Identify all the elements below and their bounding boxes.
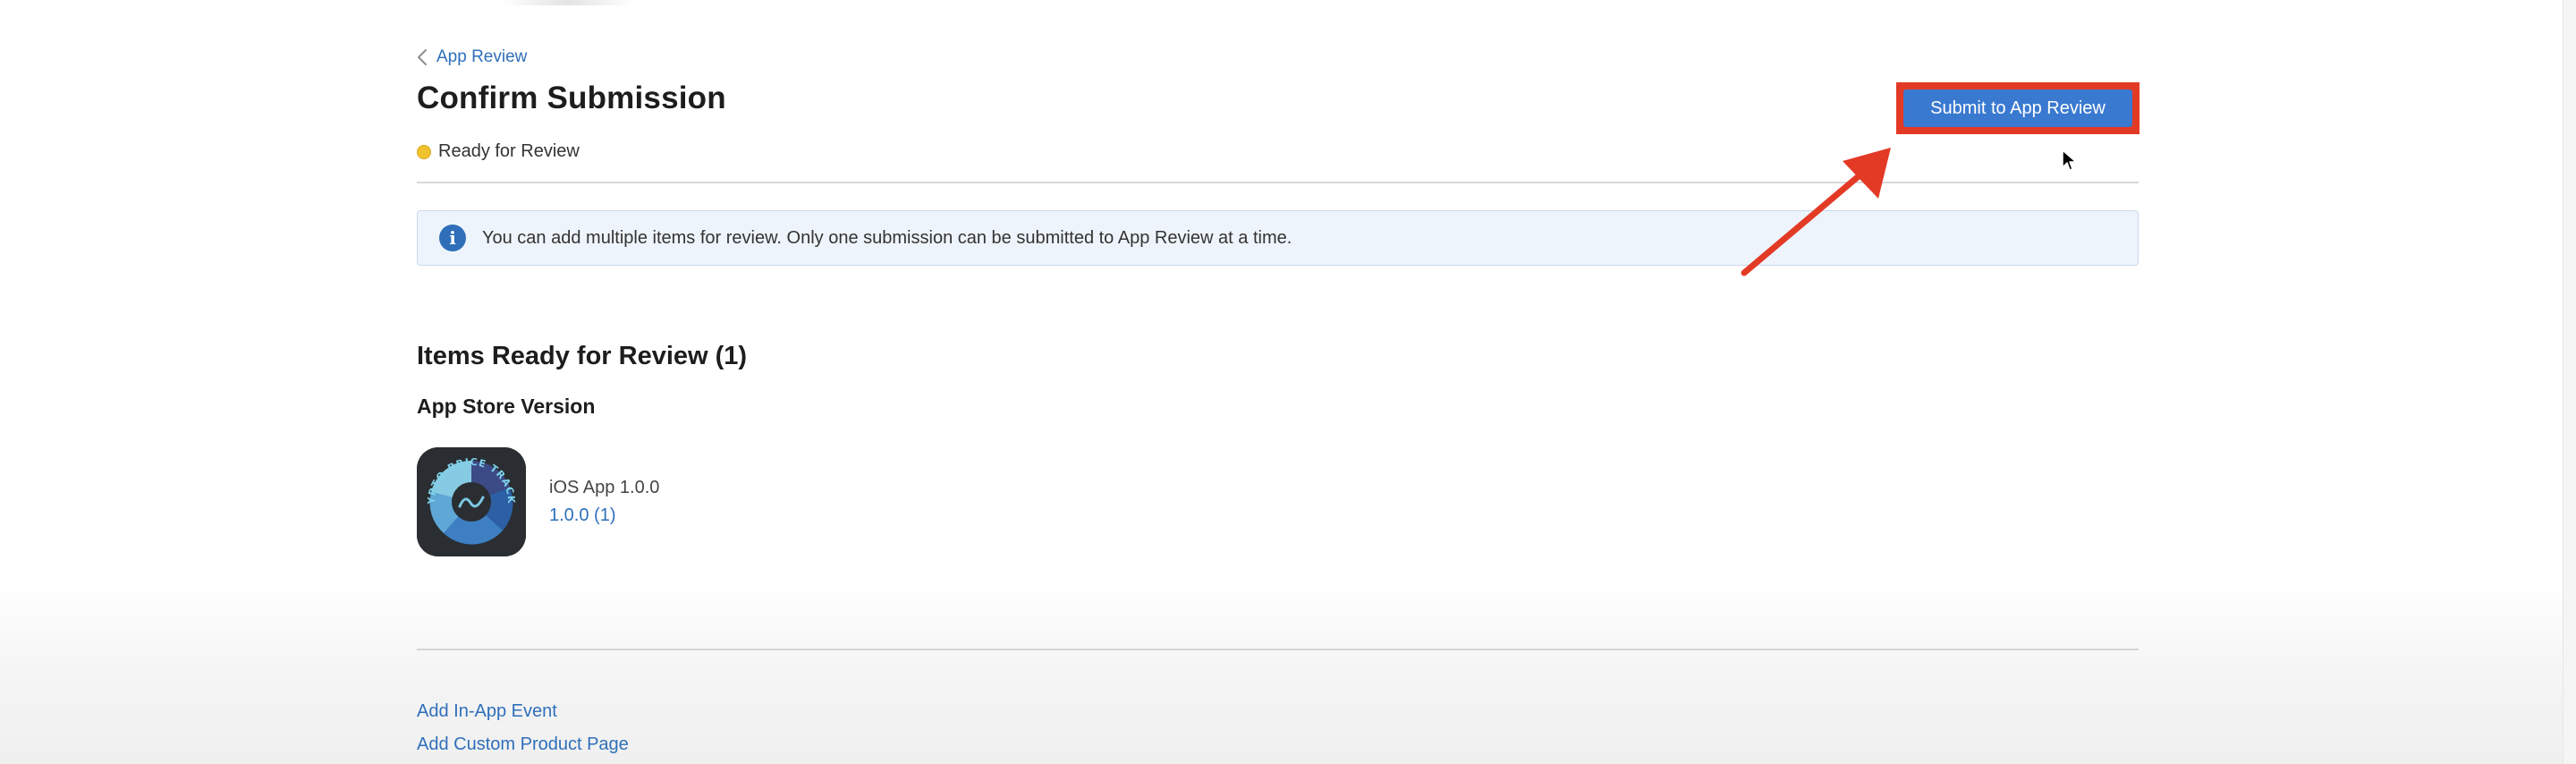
- back-to-app-review-link[interactable]: App Review: [417, 47, 527, 68]
- mouse-pointer-icon: [2062, 149, 2077, 171]
- app-name: iOS App 1.0.0: [549, 478, 660, 497]
- chevron-left-icon: [418, 49, 427, 65]
- add-in-app-event-link[interactable]: Add In-App Event: [417, 701, 557, 722]
- submit-to-app-review-button[interactable]: Submit to App Review: [1903, 89, 2132, 127]
- app-info: iOS App 1.0.0 1.0.0 (1): [549, 478, 659, 526]
- status-dot-icon: [417, 144, 431, 159]
- app-icon: CRYPTO PRICE TRACKER: [417, 447, 526, 556]
- top-edge-artifact: [501, 0, 635, 5]
- app-store-version-heading: App Store Version: [417, 395, 596, 418]
- red-arrow-annotation: [1741, 148, 1891, 276]
- page-scrollbar[interactable]: [2563, 0, 2576, 764]
- page-title: Confirm Submission: [417, 81, 726, 115]
- items-ready-heading: Items Ready for Review (1): [417, 342, 748, 370]
- status-indicator: Ready for Review: [417, 141, 580, 162]
- list-item[interactable]: CRYPTO PRICE TRACKER iOS App 1.0.0 1.0.0…: [417, 447, 659, 556]
- info-banner-message: You can add multiple items for review. O…: [482, 227, 1292, 248]
- crypto-tracker-app-icon: CRYPTO PRICE TRACKER: [417, 447, 526, 556]
- app-version-link[interactable]: 1.0.0 (1): [549, 505, 659, 526]
- status-label: Ready for Review: [438, 141, 580, 161]
- app-review-page: App Review Confirm Submission Ready for …: [0, 0, 2576, 764]
- back-link-label[interactable]: App Review: [436, 47, 527, 67]
- info-icon: i: [439, 225, 466, 251]
- add-custom-product-page-link[interactable]: Add Custom Product Page: [417, 734, 629, 755]
- footer-divider: [417, 649, 2139, 650]
